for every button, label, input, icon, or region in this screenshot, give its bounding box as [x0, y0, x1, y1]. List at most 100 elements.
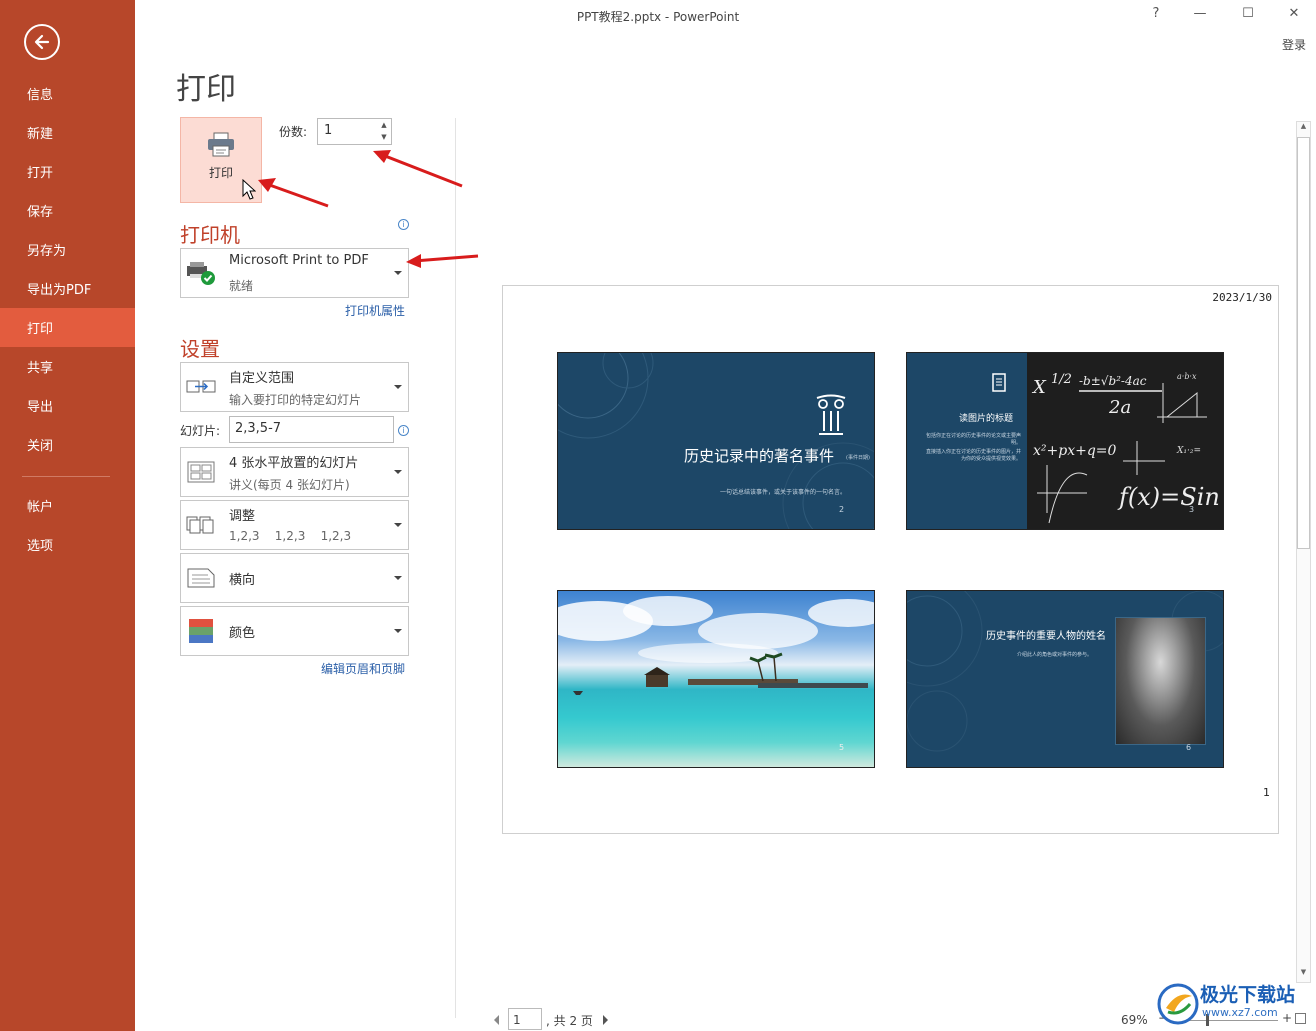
range-desc: 输入要打印的特定幻灯片	[229, 393, 362, 407]
decorative-circles	[558, 353, 874, 529]
copies-stepper[interactable]: ▲ ▼	[377, 119, 391, 144]
nav-save-as[interactable]: 另存为	[0, 230, 135, 269]
watermark-url: www.xz7.com	[1202, 1006, 1278, 1019]
color-dropdown[interactable]: 颜色	[180, 606, 409, 656]
slide-3-body-1: 包括你正在讨论的历史事件的论文或主要声明。	[925, 433, 1021, 446]
previous-page-icon[interactable]	[494, 1015, 499, 1025]
chevron-down-icon	[394, 576, 402, 580]
nav-export[interactable]: 导出	[0, 386, 135, 425]
backstage-sidebar: 信息 新建 打开 保存 另存为 导出为PDF 打印 共享 导出 关闭 帐户 选项	[0, 0, 135, 1031]
nav-divider	[22, 476, 110, 477]
slide-5-number: 5	[839, 743, 845, 752]
slides-label: 幻灯片:	[180, 424, 221, 438]
printer-ready-icon	[187, 262, 215, 285]
slide-thumbnail-5: 5	[557, 590, 875, 768]
red-arrow-icon	[373, 150, 463, 188]
orientation-title: 横向	[229, 573, 256, 588]
slide-2-tag: (事件日期)	[846, 455, 870, 461]
beach-scene-image	[558, 596, 874, 695]
print-range-dropdown[interactable]: 自定义范围 输入要打印的特定幻灯片	[180, 362, 409, 412]
color-title: 颜色	[229, 626, 256, 641]
svg-text:x²+px+q=0: x²+px+q=0	[1033, 443, 1117, 459]
chevron-down-icon	[394, 470, 402, 474]
collate-desc: 1,2,3 1,2,3 1,2,3	[229, 529, 352, 543]
red-arrow-icon	[258, 178, 329, 208]
minimize-button[interactable]: —	[1186, 6, 1214, 26]
slide-thumbnail-2: 历史记录中的著名事件 (事件日期) 一句话总结该事件，或关于该事件的一句名言。 …	[557, 352, 875, 530]
print-preview-page: 2023/1/30 历史记录中的著名事件 (事件日期) 一句话总结该事件，或关于…	[502, 285, 1279, 834]
landscape-page-icon	[187, 568, 215, 588]
svg-text:f(x)=Sin x: f(x)=Sin x	[1117, 483, 1224, 511]
slide-6-title: 历史事件的重要人物的姓名	[986, 631, 1106, 642]
scroll-up-button[interactable]: ▲	[1297, 122, 1310, 135]
chevron-down-icon	[394, 523, 402, 527]
maximize-button[interactable]: ☐	[1234, 6, 1262, 26]
nav-save[interactable]: 保存	[0, 191, 135, 230]
collate-title: 调整	[229, 509, 256, 524]
nav-open[interactable]: 打开	[0, 152, 135, 191]
printer-section-title: 打印机	[180, 223, 240, 247]
window-title: PPT教程2.pptx - PowerPoint	[576, 10, 740, 24]
slide-3-title: 读图片的标题	[959, 414, 1014, 424]
slide-thumbnail-3: 读图片的标题 包括你正在讨论的历史事件的论文或主要声明。 直接插入你正在讨论的历…	[906, 352, 1224, 530]
nav-info[interactable]: 信息	[0, 74, 135, 113]
document-icon	[992, 373, 1006, 392]
slide-2-number: 2	[839, 505, 845, 514]
printer-properties-link[interactable]: 打印机属性	[345, 302, 405, 319]
help-button[interactable]: ?	[1142, 6, 1170, 26]
collate-icon	[186, 516, 214, 534]
collate-dropdown[interactable]: 调整 1,2,3 1,2,3 1,2,3	[180, 500, 409, 550]
scrollbar-thumb[interactable]	[1297, 137, 1310, 549]
svg-text:2a: 2a	[1108, 397, 1131, 418]
handout-layout-icon	[187, 461, 215, 483]
color-icon	[189, 619, 213, 643]
nav-print[interactable]: 打印	[0, 308, 135, 347]
login-link[interactable]: 登录	[1282, 36, 1306, 53]
svg-text:X₁·₂=: X₁·₂=	[1176, 446, 1201, 456]
next-page-icon[interactable]	[603, 1015, 608, 1025]
portrait-photo	[1115, 617, 1206, 745]
edit-header-footer-link[interactable]: 编辑页眉和页脚	[321, 660, 405, 677]
printer-status: 就绪	[229, 279, 254, 293]
settings-section-title: 设置	[180, 337, 220, 361]
slide-6-subtitle: 介绍此人的角色或对事件的参与。	[1017, 652, 1093, 658]
slide-thumbnail-6: 历史事件的重要人物的姓名 介绍此人的角色或对事件的参与。 6	[906, 590, 1224, 768]
slide-range-icon	[186, 380, 216, 393]
current-page-input[interactable]: 1	[508, 1008, 542, 1030]
layout-dropdown[interactable]: 4 张水平放置的幻灯片 讲义(每页 4 张幻灯片)	[180, 447, 409, 497]
close-button[interactable]: ✕	[1280, 6, 1308, 26]
info-icon[interactable]: i	[398, 219, 409, 230]
orientation-dropdown[interactable]: 横向	[180, 553, 409, 603]
nav-account[interactable]: 帐户	[0, 486, 135, 525]
total-pages-label: , 共 2 页	[546, 1014, 593, 1028]
printer-dropdown[interactable]: Microsoft Print to PDF 就绪	[180, 248, 409, 298]
printer-icon	[208, 132, 234, 157]
chevron-down-icon	[394, 629, 402, 633]
slide-2-subtitle: 一句话总结该事件，或关于该事件的一句名言。	[720, 489, 847, 496]
nav-options[interactable]: 选项	[0, 525, 135, 564]
page-number: 1	[1263, 786, 1270, 799]
range-title: 自定义范围	[229, 371, 295, 386]
layout-title: 4 张水平放置的幻灯片	[229, 456, 359, 471]
chevron-down-icon	[394, 271, 402, 275]
print-button-label: 打印	[208, 166, 233, 180]
arrow-left-icon	[34, 34, 50, 50]
nav-share[interactable]: 共享	[0, 347, 135, 386]
pillar-icon	[816, 394, 846, 435]
slide-2-title: 历史记录中的著名事件	[684, 447, 835, 465]
svg-text:a·b·x: a·b·x	[1177, 372, 1197, 381]
printer-name: Microsoft Print to PDF	[229, 253, 369, 268]
nav-export-pdf[interactable]: 导出为PDF	[0, 269, 135, 308]
svg-text:1/2: 1/2	[1051, 372, 1072, 387]
slides-input[interactable]: 2,3,5-7	[229, 416, 394, 443]
nav-new[interactable]: 新建	[0, 113, 135, 152]
layout-desc: 讲义(每页 4 张幻灯片)	[229, 478, 350, 492]
nav-close[interactable]: 关闭	[0, 425, 135, 464]
copies-label: 份数:	[279, 125, 308, 139]
watermark-logo-icon	[1157, 983, 1199, 1025]
chevron-down-icon	[394, 385, 402, 389]
slide-3-body-2: 直接插入你正在讨论的历史事件的图片，并为你的受众提供视觉效果。	[925, 449, 1021, 462]
mouse-cursor-icon	[242, 179, 256, 200]
back-button[interactable]	[24, 24, 60, 60]
info-icon[interactable]: i	[398, 425, 409, 436]
